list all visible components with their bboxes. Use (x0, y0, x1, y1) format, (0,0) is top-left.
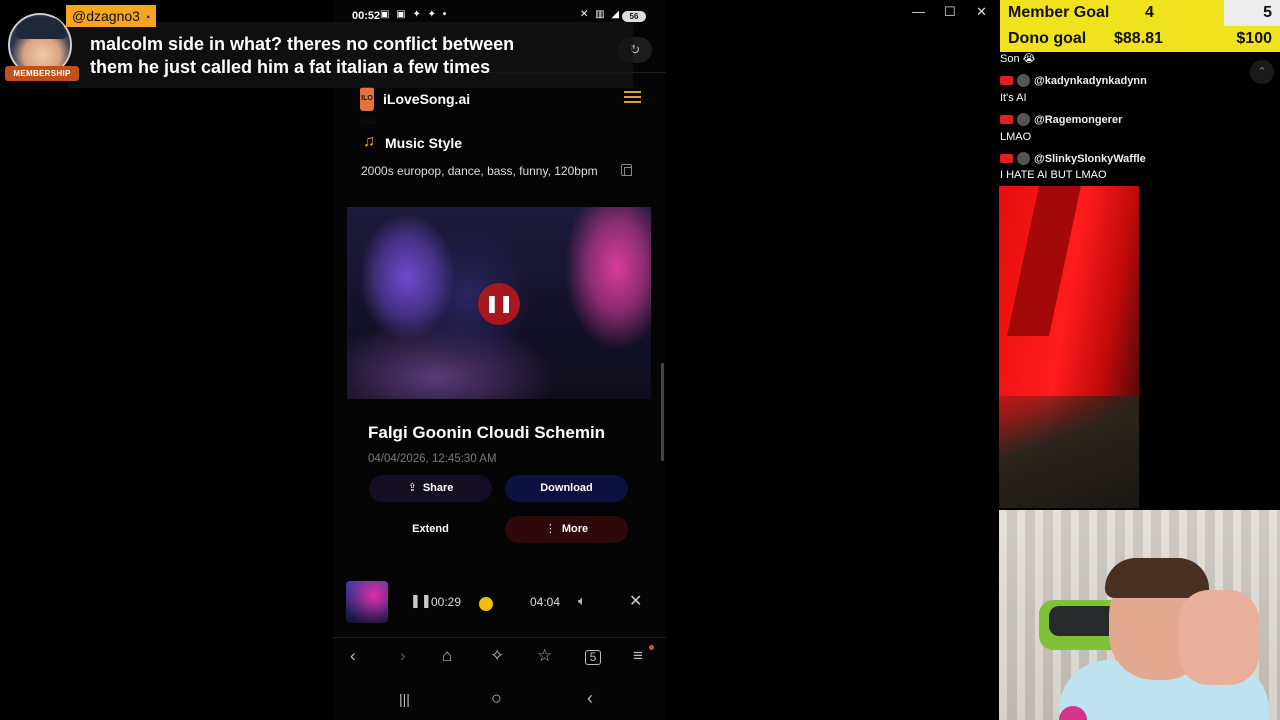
chat-author: @kadynkadynkadynn (1000, 74, 1147, 87)
stream-media-panel (999, 186, 1139, 508)
avatar (1017, 152, 1030, 165)
overlay-message-line: them he just called him a fat italian a … (90, 57, 491, 77)
chat-author: @Ragemongerer (1000, 113, 1122, 126)
notification-dot (649, 645, 654, 650)
member-goal-bar: Member Goal 4 5 (1000, 0, 1280, 26)
member-icon: ◔ (143, 12, 151, 24)
live-chat: Son 😭 @kadynkadynkadynn It's AI @Ragemon… (999, 52, 1280, 192)
music-style-title: Music Style (385, 135, 463, 151)
more-button[interactable]: ⋮ More (505, 516, 628, 543)
hair (1105, 558, 1209, 598)
system-back-icon[interactable]: ‹ (587, 688, 593, 709)
dono-goal-bar: Dono goal $88.81 $100 (1000, 26, 1280, 52)
youtube-icon (1000, 154, 1013, 163)
share-icon: ⇪ (407, 482, 417, 494)
overlay-message-line: malcolm side in what? theres no conflict… (90, 34, 515, 54)
chat-username: @kadynkadynkadynn (1034, 75, 1147, 87)
dono-goal-target: $100 (1236, 30, 1272, 47)
ai-sparkle-icon[interactable]: ✧ (490, 646, 504, 666)
download-button[interactable]: Download (505, 475, 628, 502)
media-shape (1007, 186, 1081, 336)
duration: 04:04 (530, 595, 561, 609)
song-title: Falgi Goonin Cloudi Schemin (368, 423, 606, 442)
member-goal-label: Member Goal (1008, 4, 1110, 21)
home-icon[interactable]: ⌂ (442, 646, 452, 666)
brand-logo: ILO SNG (360, 87, 375, 126)
avatar (1017, 74, 1030, 87)
mini-player: ❚❚ 00:29 04:04 🔈︎ ✕ (333, 578, 666, 626)
youtube-icon (1000, 76, 1013, 85)
bookmark-star-icon[interactable]: ☆ (537, 646, 552, 666)
hand (1179, 590, 1259, 685)
share-button[interactable]: ⇪ Share (369, 475, 492, 502)
progress-knob[interactable] (479, 597, 493, 611)
close-icon[interactable]: ✕ (629, 591, 642, 611)
maximize-button[interactable]: ☐ (944, 4, 956, 20)
current-time: 00:29 (431, 595, 462, 609)
chat-author: @SlinkySlonkyWaffle (1000, 152, 1146, 165)
overlay-username-text: @dzagno3 (72, 8, 140, 24)
phone-screen: 00:52 ▣ ▣ ✦ ✦ • ✕ ▥ ◢ 56 ↻ ILO SNG iLove… (333, 0, 666, 720)
minimize-button[interactable]: — (912, 4, 925, 19)
scrollbar[interactable] (661, 363, 664, 461)
browser-bar-divider (333, 637, 666, 638)
mini-pause-icon[interactable]: ❚❚ (410, 593, 432, 609)
song-date: 04/04/2026, 12:45:30 AM (368, 453, 497, 465)
copy-icon[interactable] (621, 164, 632, 176)
recents-icon[interactable]: ||| (399, 691, 410, 707)
chat-username: @Ragemongerer (1034, 114, 1123, 126)
dono-goal-label: Dono goal (1008, 30, 1087, 47)
webcam-feed (999, 510, 1280, 720)
share-label: Share (422, 482, 454, 494)
dono-goal-current: $88.81 (1114, 30, 1163, 47)
brand-name: iLoveSong.ai (383, 91, 471, 107)
hamburger-menu-icon[interactable] (624, 91, 641, 104)
chat-message: It's AI (1000, 92, 1027, 104)
more-label: More (561, 523, 589, 535)
member-goal-target: 5 (1263, 4, 1272, 21)
system-home-icon[interactable]: ○ (491, 688, 502, 709)
chat-username: @SlinkySlonkyWaffle (1034, 153, 1146, 165)
mini-player-thumbnail[interactable] (346, 581, 388, 623)
chevron-up-icon[interactable]: ⌃ (1250, 60, 1274, 84)
highlighted-chat-overlay: MEMBERSHIP @dzagno3 ◔ malcolm side in wh… (0, 0, 633, 90)
extend-button[interactable]: Extend (369, 516, 492, 543)
music-note-icon: ♫ (363, 133, 375, 150)
song-cover-image[interactable]: ❚❚ (347, 207, 651, 399)
chat-message: Son 😭 (1000, 53, 1036, 65)
forward-icon[interactable]: › (400, 646, 406, 666)
youtube-icon (1000, 115, 1013, 124)
pause-button[interactable]: ❚❚ (478, 283, 520, 325)
overlay-username: @dzagno3 ◔ (66, 5, 157, 27)
more-vertical-icon: ⋮ (544, 523, 556, 535)
tabs-icon[interactable]: 5 (585, 650, 601, 665)
media-shadow (999, 396, 1139, 508)
membership-badge: MEMBERSHIP (5, 66, 79, 81)
chat-message: I HATE AI BUT LMAO (1000, 169, 1107, 181)
back-icon[interactable]: ‹ (350, 646, 356, 666)
close-window-button[interactable]: ✕ (976, 4, 987, 20)
overlay-message: malcolm side in what? theres no conflict… (90, 33, 514, 79)
volume-icon[interactable]: 🔈︎ (578, 593, 586, 609)
member-goal-current: 4 (1145, 4, 1154, 21)
browser-menu-icon[interactable]: ≡ (633, 646, 643, 666)
music-style-tags: 2000s europop, dance, bass, funny, 120bp… (361, 164, 598, 178)
extend-label: Extend (412, 523, 449, 535)
avatar (1017, 113, 1030, 126)
chat-message: LMAO (1000, 131, 1032, 143)
download-label: Download (540, 482, 593, 494)
